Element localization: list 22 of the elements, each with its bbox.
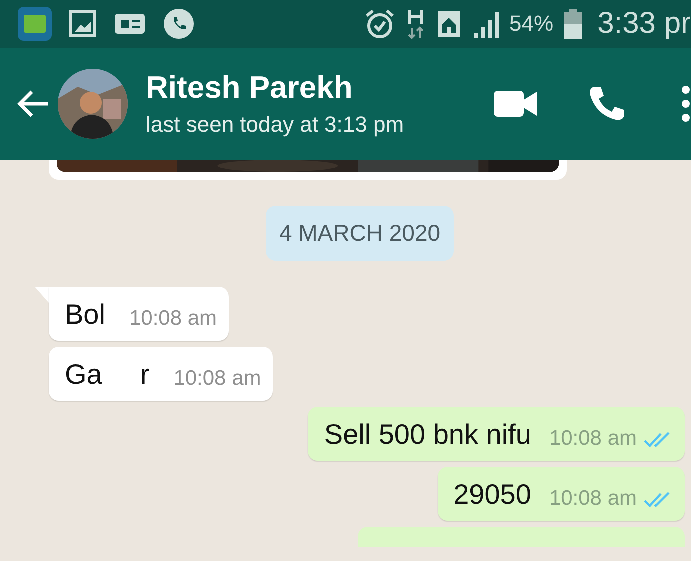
home-icon: [436, 9, 462, 39]
outgoing-message[interactable]: Sell 500 bnk nifu 10:08 am: [308, 407, 685, 461]
battery-icon: [564, 9, 582, 39]
alarm-icon: [364, 8, 396, 40]
contact-name[interactable]: Ritesh Parekh: [146, 70, 494, 106]
image-message[interactable]: [49, 160, 567, 180]
outgoing-message[interactable]: 29050 10:08 am: [438, 467, 685, 521]
incoming-message[interactable]: Ga r 10:08 am: [49, 347, 274, 401]
more-options-icon[interactable]: [681, 85, 691, 123]
app-icon: [18, 7, 52, 41]
message-icon: [114, 12, 146, 36]
battery-percent: 54%: [510, 11, 554, 37]
network-icon: [406, 8, 426, 40]
back-arrow-icon[interactable]: [16, 89, 50, 119]
picture-icon: [69, 10, 97, 38]
video-call-icon[interactable]: [494, 90, 538, 118]
clock-time: 3:33 pr: [598, 7, 691, 41]
phone-call-icon[interactable]: [588, 85, 626, 123]
date-chip: 4 MARCH 2020: [266, 206, 454, 261]
phone-icon: [163, 8, 195, 40]
incoming-message[interactable]: Bol 10:08 am: [49, 287, 230, 341]
last-seen: last seen today at 3:13 pm: [146, 112, 406, 138]
